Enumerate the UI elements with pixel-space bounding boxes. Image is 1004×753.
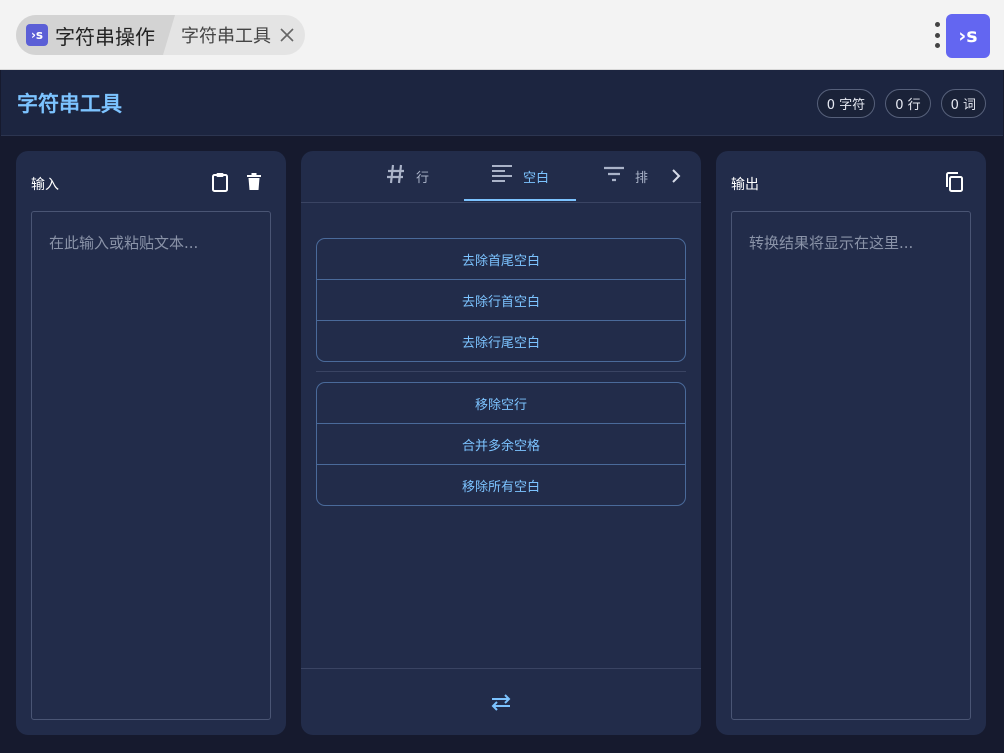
tab-lines-label: 行: [416, 170, 430, 186]
stats-bar: 0 字符 0 行 0 词: [816, 89, 986, 118]
trim-both-button[interactable]: 去除首尾空白: [317, 239, 685, 279]
breadcrumb-app[interactable]: ›s 字符串操作: [16, 15, 175, 55]
input-textarea[interactable]: [31, 211, 271, 720]
whitespace-ops-group: 移除空行 合并多余空格 移除所有空白: [316, 382, 686, 506]
remove-all-whitespace-button[interactable]: 移除所有空白: [317, 464, 685, 505]
footer-divider: [301, 668, 701, 669]
brand-logo-button[interactable]: ›s: [946, 14, 990, 58]
kebab-icon[interactable]: [928, 20, 946, 50]
output-panel-title: 输出: [731, 177, 759, 193]
remove-empty-lines-button[interactable]: 移除空行: [317, 383, 685, 423]
swap-icon[interactable]: [489, 691, 513, 713]
output-panel: 输出 转换结果将显示在这里...: [716, 151, 986, 735]
active-tab-indicator: [464, 199, 576, 201]
hash-icon: [386, 164, 406, 188]
app-name: 字符串操作: [55, 24, 155, 49]
close-icon[interactable]: [279, 27, 295, 43]
app-header: 字符串工具 0 字符 0 行 0 词: [1, 70, 1003, 136]
tab-sort[interactable]: 排: [603, 151, 648, 201]
line-count-badge: 0 行: [885, 89, 931, 118]
input-panel-title: 输入: [31, 177, 59, 193]
breadcrumb-tool-tab[interactable]: 字符串工具: [175, 15, 305, 55]
copy-icon[interactable]: [943, 171, 965, 193]
tool-name: 字符串工具: [181, 26, 271, 47]
trim-line-end-button[interactable]: 去除行尾空白: [317, 320, 685, 361]
trim-ops-group: 去除首尾空白 去除行首空白 去除行尾空白: [316, 238, 686, 362]
trash-icon[interactable]: [243, 171, 265, 193]
tab-sort-label: 排: [635, 170, 649, 186]
char-count-badge: 0 字符: [816, 89, 876, 118]
group-divider: [316, 371, 686, 372]
clipboard-icon[interactable]: [209, 171, 231, 193]
filter-icon: [603, 165, 625, 187]
app-logo-icon: ›s: [26, 24, 48, 46]
tab-lines[interactable]: 行: [386, 151, 429, 201]
tab-whitespace[interactable]: 空白: [491, 151, 549, 201]
output-area[interactable]: 转换结果将显示在这里...: [731, 211, 971, 720]
trim-line-start-button[interactable]: 去除行首空白: [317, 279, 685, 320]
collapse-spaces-button[interactable]: 合并多余空格: [317, 423, 685, 464]
input-panel: 输入: [16, 151, 286, 735]
tool-tabs: 行 空白 排: [301, 151, 701, 203]
top-tab-bar: ›s 字符串操作 字符串工具 ›s: [0, 0, 1004, 70]
breadcrumb: ›s 字符串操作 字符串工具: [16, 15, 305, 55]
align-left-icon: [491, 164, 513, 188]
chevron-right-icon[interactable]: [667, 166, 685, 186]
tab-whitespace-label: 空白: [523, 170, 550, 186]
word-count-badge: 0 词: [940, 89, 986, 118]
page-title: 字符串工具: [17, 92, 122, 116]
tools-panel: 行 空白 排 去除首尾空白 去除行首空白 去除行尾空白 移除空行 合并多余空格 …: [301, 151, 701, 735]
